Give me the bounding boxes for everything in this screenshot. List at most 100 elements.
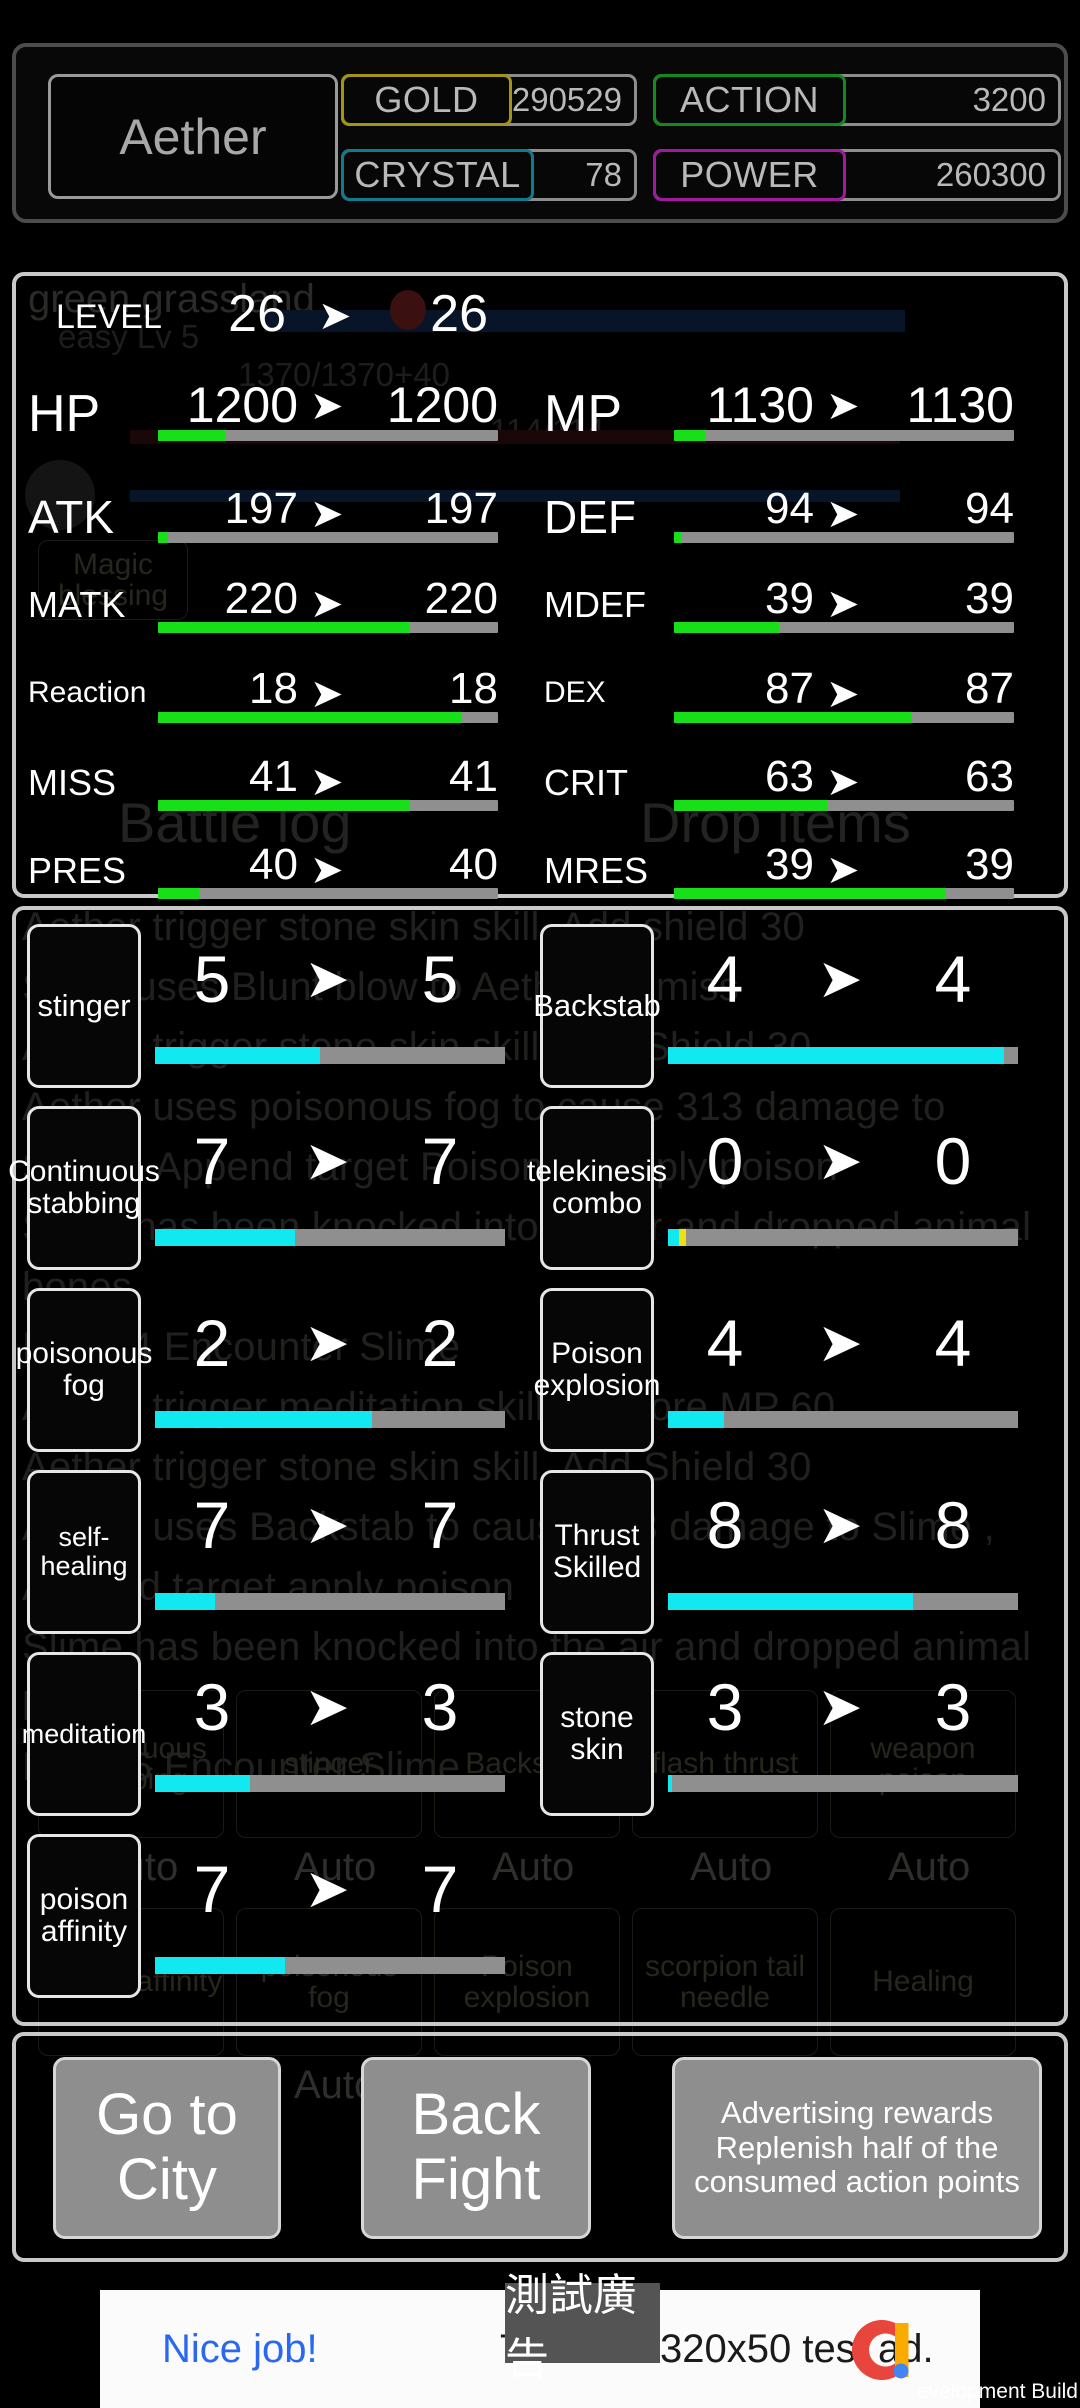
resource-crystal-label: CRYSTAL	[341, 149, 534, 201]
skill-exp-bar	[668, 1593, 1018, 1610]
skill-entry[interactable]: meditation 3 ➤ 3	[22, 1644, 530, 1826]
arrow-right-icon: ➤	[817, 1677, 863, 1737]
resource-power[interactable]: POWER 260300	[653, 149, 1061, 201]
back-fight-button[interactable]: Back Fight	[361, 2057, 591, 2239]
resource-action-value: 3200	[972, 81, 1046, 118]
skill-level-to: 4	[934, 942, 972, 1016]
stat-label: MRES	[544, 850, 649, 891]
stat-value-from: 39	[765, 574, 814, 623]
game-screen: green grassland easy Lv 5 1370/1370+40 114/…	[0, 0, 1080, 2408]
stat-progress-bar	[674, 800, 1014, 811]
skill-exp-fill	[155, 1229, 295, 1246]
skill-name-chip[interactable]: Thrust Skilled	[540, 1470, 654, 1634]
resource-header: Aether GOLD 290529 CRYSTAL 78 ACTION 320…	[12, 43, 1068, 223]
development-build-watermark: evelopment Build	[916, 2380, 1078, 2403]
skill-exp-fill	[155, 1047, 320, 1064]
skill-entry[interactable]: telekinesis combo 0 ➤ 0	[527, 1098, 1043, 1280]
resource-action[interactable]: ACTION 3200	[653, 74, 1061, 126]
arrow-right-icon: ➤	[826, 672, 860, 716]
stat-label: MP	[544, 385, 622, 443]
skill-name-chip[interactable]: self-healing	[27, 1470, 141, 1634]
stat-label: MISS	[28, 762, 117, 803]
skill-exp-fill	[668, 1411, 724, 1428]
arrow-right-icon: ➤	[826, 760, 860, 804]
stat-progress-fill	[158, 888, 199, 899]
stat-value-to: 40	[449, 840, 498, 889]
skill-name-chip[interactable]: meditation	[22, 1652, 146, 1816]
skill-entry[interactable]: Continuous stabbing 7 ➤ 7	[8, 1098, 530, 1280]
stat-label: MATK	[28, 584, 126, 625]
skill-entry[interactable]: stone skin 3 ➤ 3	[540, 1644, 1043, 1826]
skill-exp-bar	[668, 1775, 1018, 1792]
stat-value-from: 197	[224, 484, 298, 533]
arrow-right-icon: ➤	[310, 582, 344, 626]
skill-exp-fill	[668, 1047, 1004, 1064]
resource-action-label: ACTION	[653, 74, 846, 126]
stat-level-from: 26	[228, 285, 286, 343]
skill-name-chip[interactable]: poisonous fog	[16, 1288, 152, 1452]
arrow-right-icon: ➤	[318, 294, 352, 338]
skill-name-chip[interactable]: stone skin	[540, 1652, 654, 1816]
arrow-right-icon: ➤	[817, 949, 863, 1009]
skill-level-to: 5	[421, 942, 459, 1016]
skill-name-chip[interactable]: poison affinity	[27, 1834, 141, 1998]
skill-exp-bonus-fill	[678, 1229, 686, 1246]
skill-level-to: 4	[934, 1306, 972, 1380]
stats-panel: LEVEL 26 ➤ 26 HP 1200 ➤ 1200 ATK 197 ➤ 197 MATK 220 ➤ 2…	[12, 272, 1068, 899]
stat-label-level: LEVEL	[56, 298, 162, 336]
skill-level-from: 3	[706, 1670, 744, 1744]
skill-row: poison affinity 7 ➤ 7	[16, 1826, 1064, 2008]
stat-label: CRIT	[544, 762, 628, 803]
skill-level-from: 4	[706, 1306, 744, 1380]
skill-name-chip[interactable]: Continuous stabbing	[8, 1106, 160, 1270]
arrow-right-icon: ➤	[304, 1495, 350, 1555]
skill-level-from: 3	[193, 1670, 231, 1744]
skill-entry[interactable]: poisonous fog 2 ➤ 2	[16, 1280, 530, 1462]
skill-name-chip[interactable]: telekinesis combo	[527, 1106, 667, 1270]
skill-level-from: 8	[706, 1488, 744, 1562]
skill-entry[interactable]: poison affinity 7 ➤ 7	[27, 1826, 530, 2008]
skill-level-to: 3	[421, 1670, 459, 1744]
go-to-city-button[interactable]: Go to City	[53, 2057, 281, 2239]
ad-test-badge: 測試廣告	[505, 2271, 660, 2384]
skill-row: stinger 5 ➤ 5 Backstab 4 ➤ 4	[16, 916, 1064, 1098]
resource-crystal[interactable]: CRYSTAL 78	[341, 149, 637, 201]
stat-value-from: 41	[249, 752, 298, 801]
skill-level-to: 2	[421, 1306, 459, 1380]
skill-row: poisonous fog 2 ➤ 2 Poison explosion 4 ➤ 4	[16, 1280, 1064, 1462]
ad-banner[interactable]: Nice job! This is a 320x50 test ad. 測試廣告	[100, 2271, 980, 2408]
ad-reward-button[interactable]: Advertising rewards Replenish half of th…	[672, 2057, 1042, 2239]
skill-name-chip[interactable]: stinger	[27, 924, 141, 1088]
stat-value-to: 39	[965, 840, 1014, 889]
stat-progress-fill	[674, 712, 912, 723]
skill-entry[interactable]: Backstab 4 ➤ 4	[533, 916, 1043, 1098]
arrow-right-icon: ➤	[310, 672, 344, 716]
stat-progress-fill	[674, 888, 946, 899]
skill-entry[interactable]: stinger 5 ➤ 5	[27, 916, 530, 1098]
skill-exp-bar	[155, 1957, 505, 1974]
stat-progress-bar	[158, 532, 498, 543]
ad-banner-container[interactable]: Nice job! This is a 320x50 test ad. 測試廣告…	[0, 2270, 1080, 2408]
skill-exp-bar	[155, 1411, 505, 1428]
resource-gold[interactable]: GOLD 290529	[341, 74, 637, 126]
stat-label: MDEF	[544, 584, 646, 625]
skill-exp-fill	[155, 1411, 372, 1428]
skill-level-to: 3	[934, 1670, 972, 1744]
skill-entry[interactable]: self-healing 7 ➤ 7	[27, 1462, 530, 1644]
stat-progress-fill	[158, 712, 461, 723]
skill-name-chip[interactable]: Backstab	[533, 924, 661, 1088]
skill-exp-bar	[155, 1593, 505, 1610]
skill-exp-fill	[155, 1593, 215, 1610]
skill-exp-bar	[668, 1047, 1018, 1064]
arrow-right-icon: ➤	[817, 1131, 863, 1191]
skill-level-to: 7	[421, 1124, 459, 1198]
stat-progress-bar	[674, 712, 1014, 723]
skill-name-chip[interactable]: Poison explosion	[534, 1288, 660, 1452]
skill-entry[interactable]: Poison explosion 4 ➤ 4	[534, 1280, 1043, 1462]
stat-progress-fill	[674, 622, 780, 633]
skill-entry[interactable]: Thrust Skilled 8 ➤ 8	[540, 1462, 1043, 1644]
stat-progress-bar	[674, 622, 1014, 633]
stat-value-to: 1200	[386, 377, 498, 433]
arrow-right-icon: ➤	[826, 492, 860, 536]
stat-progress-bar	[674, 532, 1014, 543]
